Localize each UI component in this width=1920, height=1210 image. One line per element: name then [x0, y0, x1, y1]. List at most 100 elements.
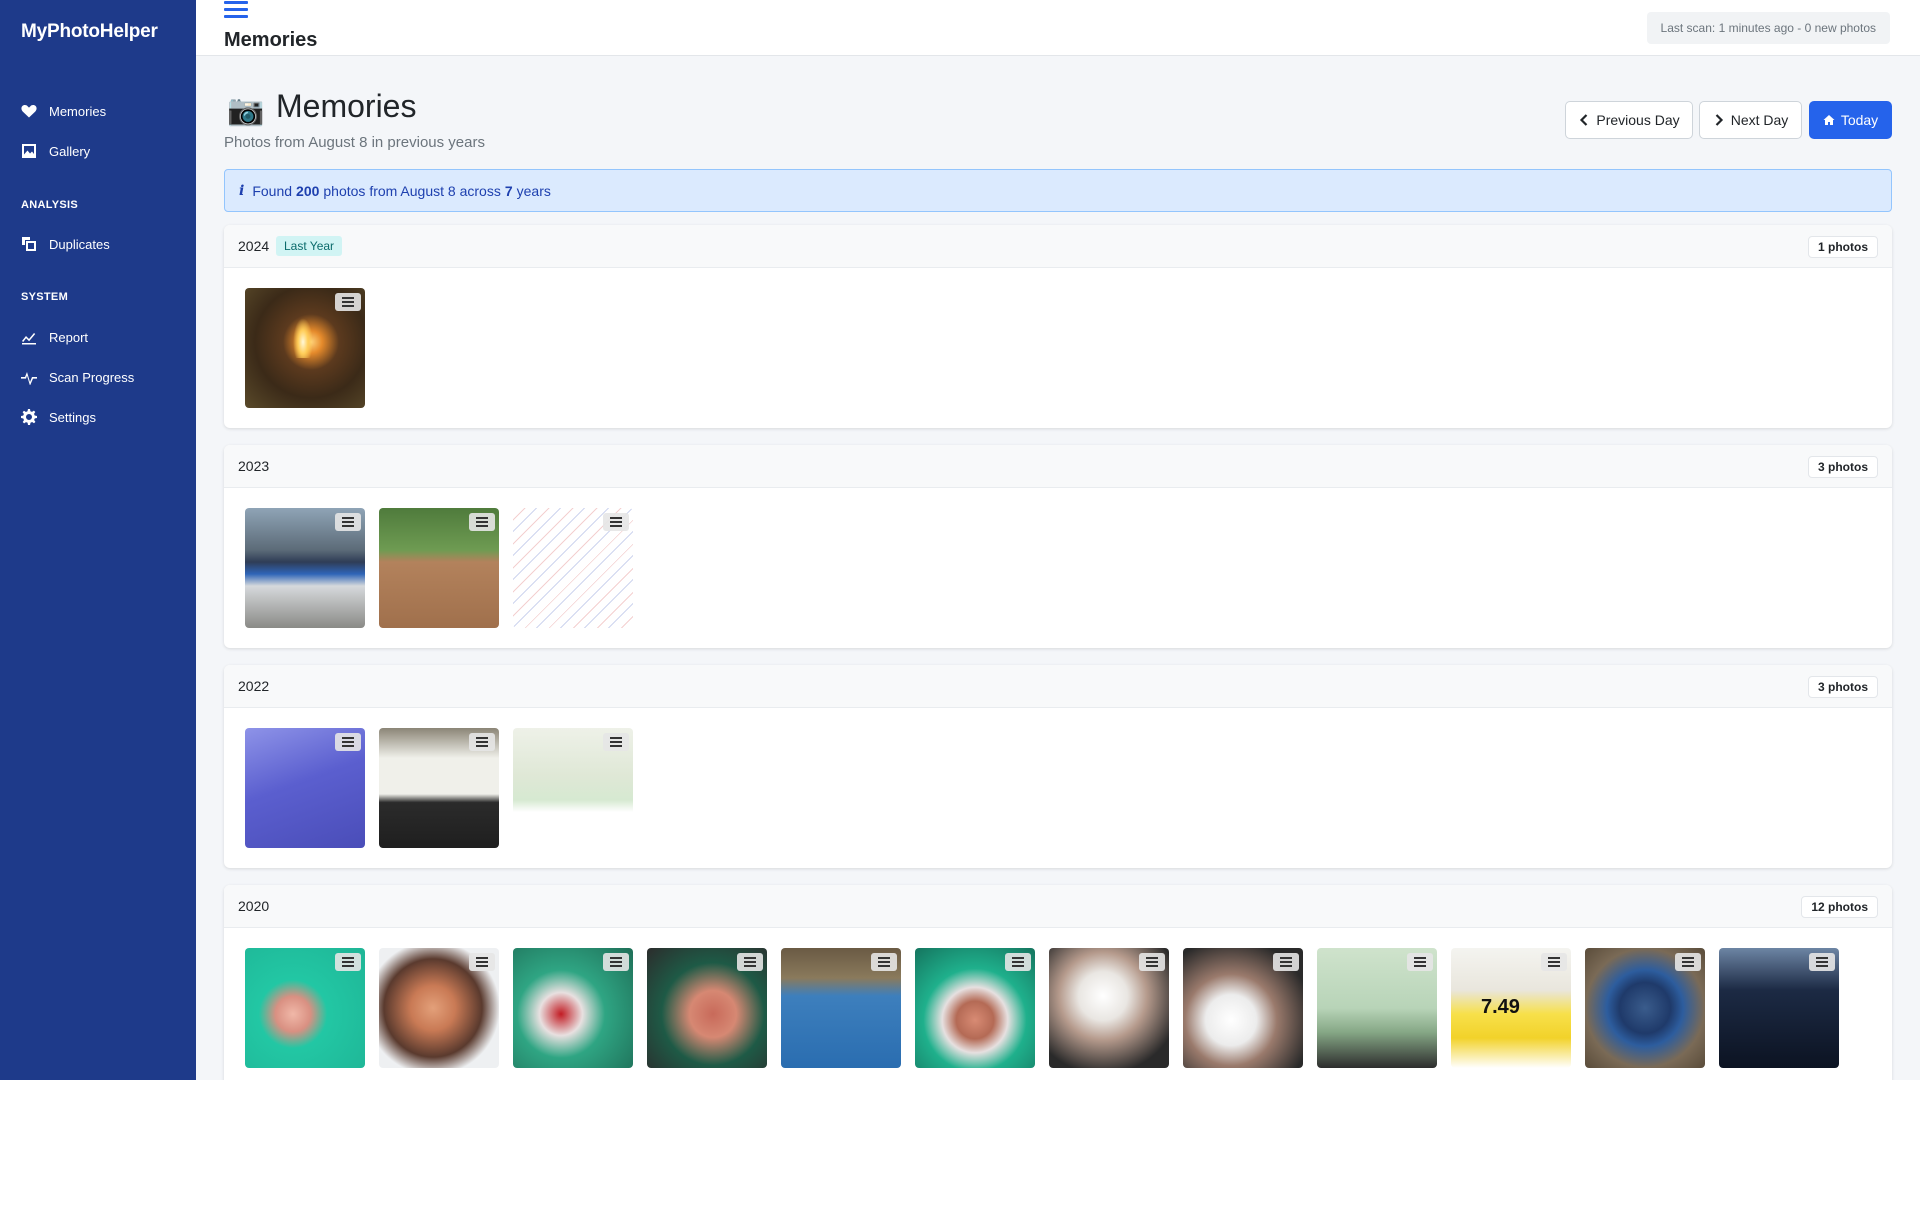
- image-icon: [22, 144, 36, 158]
- duplicates-icon: [22, 237, 36, 251]
- year-card-header: 2022 3 photos: [224, 665, 1892, 708]
- next-day-button[interactable]: Next Day: [1699, 101, 1802, 139]
- alert-prefix: Found: [252, 182, 293, 199]
- sidebar-item-label: Duplicates: [49, 236, 110, 252]
- sidebar-heading-analysis: ANALYSIS: [21, 199, 79, 211]
- photo-thumbnail[interactable]: [513, 728, 633, 848]
- sidebar-heading-system: SYSTEM: [21, 291, 69, 303]
- info-icon: i: [239, 182, 245, 199]
- gear-icon: [21, 409, 37, 425]
- year-card-2020: 2020 12 photos 7.49: [224, 885, 1892, 1080]
- menu-icon[interactable]: [469, 953, 495, 971]
- next-day-label: Next Day: [1730, 112, 1789, 128]
- menu-icon[interactable]: [1139, 953, 1165, 971]
- menu-icon[interactable]: [1675, 953, 1701, 971]
- photo-thumbnail[interactable]: [1585, 948, 1705, 1068]
- photo-count-badge: 3 photos: [1808, 676, 1878, 698]
- photo-thumbnail[interactable]: [379, 508, 499, 628]
- menu-icon[interactable]: [603, 513, 629, 531]
- photo-thumbnail[interactable]: [915, 948, 1035, 1068]
- alert-year-count: 7: [504, 182, 513, 199]
- heart-icon: [21, 105, 37, 118]
- chevron-left-icon: [1580, 114, 1588, 126]
- sidebar-item-settings[interactable]: Settings: [21, 405, 96, 429]
- year-card-2023: 2023 3 photos: [224, 445, 1892, 648]
- sidebar-item-memories[interactable]: Memories: [21, 99, 106, 123]
- photo-thumbnail[interactable]: [647, 948, 767, 1068]
- menu-icon[interactable]: [469, 513, 495, 531]
- year-label: 2024: [238, 238, 270, 254]
- menu-toggle-icon[interactable]: [224, 1, 248, 21]
- photo-thumbnail[interactable]: [1317, 948, 1437, 1068]
- price-tag-text: 7.49: [1481, 996, 1520, 1018]
- year-card-header: 2023 3 photos: [224, 445, 1892, 488]
- page-title: Memories: [276, 88, 417, 124]
- chevron-right-icon: [1715, 114, 1723, 126]
- photo-thumbnail[interactable]: [379, 728, 499, 848]
- photo-thumbnail[interactable]: [1183, 948, 1303, 1068]
- year-label: 2020: [238, 898, 270, 914]
- photo-thumbnail[interactable]: [1719, 948, 1839, 1068]
- top-bar: Memories Last scan: 1 minutes ago - 0 ne…: [196, 0, 1920, 56]
- sidebar-item-label: Scan Progress: [49, 369, 135, 385]
- menu-icon[interactable]: [335, 293, 361, 311]
- sidebar: MyPhotoHelper Memories Gallery ANALYSIS …: [0, 0, 196, 1080]
- year-label: 2022: [238, 678, 270, 694]
- camera-icon: 📷: [227, 94, 265, 127]
- menu-icon[interactable]: [737, 953, 763, 971]
- menu-icon[interactable]: [1541, 953, 1567, 971]
- menu-icon[interactable]: [335, 513, 361, 531]
- pulse-icon: [21, 372, 37, 385]
- menu-icon[interactable]: [1809, 953, 1835, 971]
- photo-count-badge: 3 photos: [1808, 456, 1878, 478]
- sidebar-item-duplicates[interactable]: Duplicates: [21, 232, 110, 256]
- photo-thumbnail[interactable]: [1049, 948, 1169, 1068]
- line-chart-icon: [22, 333, 36, 345]
- photo-thumbnail[interactable]: [245, 728, 365, 848]
- menu-icon[interactable]: [335, 953, 361, 971]
- today-button[interactable]: Today: [1809, 101, 1892, 139]
- alert-middle-text: photos from August 8 across: [323, 182, 501, 199]
- sidebar-item-label: Report: [49, 329, 89, 345]
- last-year-badge: Last Year: [276, 236, 343, 256]
- menu-icon[interactable]: [469, 733, 495, 751]
- menu-icon[interactable]: [1273, 953, 1299, 971]
- sidebar-item-report[interactable]: Report: [21, 325, 88, 349]
- previous-day-button[interactable]: Previous Day: [1565, 101, 1693, 139]
- memories-summary-alert: i Found 200 photos from August 8 across …: [224, 169, 1892, 212]
- alert-suffix: years: [516, 182, 551, 199]
- menu-icon[interactable]: [335, 733, 361, 751]
- today-label: Today: [1840, 112, 1879, 128]
- year-card-header: 2020 12 photos: [224, 885, 1892, 928]
- menu-icon[interactable]: [871, 953, 897, 971]
- menu-icon[interactable]: [1407, 953, 1433, 971]
- home-icon: [1823, 115, 1835, 125]
- sidebar-item-gallery[interactable]: Gallery: [21, 139, 90, 163]
- menu-icon[interactable]: [1005, 953, 1031, 971]
- brand-logo[interactable]: MyPhotoHelper: [21, 21, 158, 43]
- sidebar-item-label: Gallery: [49, 143, 91, 159]
- photo-thumbnail[interactable]: [245, 948, 365, 1068]
- year-card-header: 2024 Last Year 1 photos: [224, 225, 1892, 268]
- topbar-title: Memories: [224, 29, 318, 51]
- app-viewport: MyPhotoHelper Memories Gallery ANALYSIS …: [0, 0, 1920, 1080]
- menu-icon[interactable]: [603, 953, 629, 971]
- year-label: 2023: [238, 458, 270, 474]
- photo-thumbnail[interactable]: [379, 948, 499, 1068]
- photo-thumbnail[interactable]: [781, 948, 901, 1068]
- previous-day-label: Previous Day: [1596, 112, 1680, 128]
- photo-count-badge: 1 photos: [1808, 236, 1878, 258]
- photo-thumbnail[interactable]: 7.49: [1451, 948, 1571, 1068]
- menu-icon[interactable]: [603, 733, 629, 751]
- alert-photo-count: 200: [296, 182, 320, 199]
- photo-thumbnail[interactable]: [513, 508, 633, 628]
- sidebar-item-scan-progress[interactable]: Scan Progress: [21, 365, 134, 389]
- last-scan-status: Last scan: 1 minutes ago - 0 new photos: [1646, 12, 1890, 44]
- photo-thumbnail[interactable]: [513, 948, 633, 1068]
- photo-count-badge: 12 photos: [1801, 896, 1878, 918]
- photo-thumbnail[interactable]: [245, 508, 365, 628]
- year-card-2024: 2024 Last Year 1 photos: [224, 225, 1892, 428]
- photo-thumbnail[interactable]: [245, 288, 365, 408]
- sidebar-item-label: Memories: [49, 103, 107, 119]
- sidebar-item-label: Settings: [49, 409, 96, 425]
